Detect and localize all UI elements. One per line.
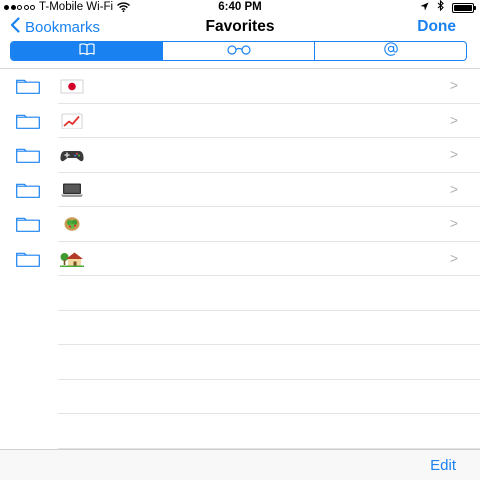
battery-icon <box>452 2 476 13</box>
bookmark-folder-row[interactable]: > <box>0 104 480 139</box>
empty-row <box>0 414 480 449</box>
chevron-right-icon: > <box>449 77 458 93</box>
folder-icon <box>16 114 40 129</box>
edit-button[interactable]: Edit <box>430 457 456 474</box>
done-button[interactable]: Done <box>417 18 456 36</box>
bookmark-list: > > > > > > <box>0 69 480 449</box>
bookmarks-segmented-control <box>10 41 467 61</box>
chevron-right-icon: > <box>449 111 458 128</box>
segment-shared-links[interactable] <box>314 42 466 60</box>
book-icon <box>78 42 95 60</box>
status-bar: T-Mobile Wi-Fi 6:40 PM <box>0 0 480 14</box>
house-with-garden-icon <box>60 251 84 267</box>
bottom-toolbar: Edit <box>0 449 480 480</box>
chevron-left-icon <box>10 17 20 37</box>
back-button[interactable]: Bookmarks <box>10 17 100 37</box>
folder-icon <box>16 252 40 267</box>
bookmark-folder-row[interactable]: > <box>0 207 480 242</box>
at-sign-icon <box>383 42 399 60</box>
back-button-label: Bookmarks <box>25 18 101 36</box>
segment-bookmarks[interactable] <box>11 42 162 60</box>
game-controller-icon <box>60 147 84 163</box>
chevron-right-icon: > <box>449 146 458 162</box>
empty-row <box>0 345 480 380</box>
battery-level <box>454 4 472 11</box>
chevron-right-icon: > <box>449 215 458 231</box>
status-time: 6:40 PM <box>218 1 262 13</box>
chevron-right-icon: > <box>449 180 458 197</box>
empty-row <box>0 276 480 311</box>
bookmark-folder-row[interactable]: > <box>0 173 480 208</box>
reading-glasses-icon <box>226 42 252 60</box>
folder-icon <box>16 148 40 163</box>
empty-row <box>0 380 480 415</box>
folder-icon <box>16 183 40 198</box>
laptop-icon <box>60 182 84 198</box>
folder-icon <box>16 79 40 94</box>
empty-row <box>0 311 480 346</box>
green-salad-icon <box>60 216 84 232</box>
navigation-bar: Bookmarks Favorites Done <box>0 14 480 40</box>
japan-flag-icon <box>60 78 84 94</box>
bluetooth-icon <box>437 0 444 15</box>
folder-icon <box>16 217 40 232</box>
segment-reading-list[interactable] <box>162 42 314 60</box>
location-arrow-icon <box>420 1 429 15</box>
chevron-right-icon: > <box>449 249 458 266</box>
chart-increasing-icon <box>60 113 84 129</box>
bookmark-folder-row[interactable]: > <box>0 242 480 277</box>
bookmark-folder-row[interactable]: > <box>0 138 480 173</box>
status-right <box>420 0 476 15</box>
bookmark-folder-row[interactable]: > <box>0 69 480 104</box>
